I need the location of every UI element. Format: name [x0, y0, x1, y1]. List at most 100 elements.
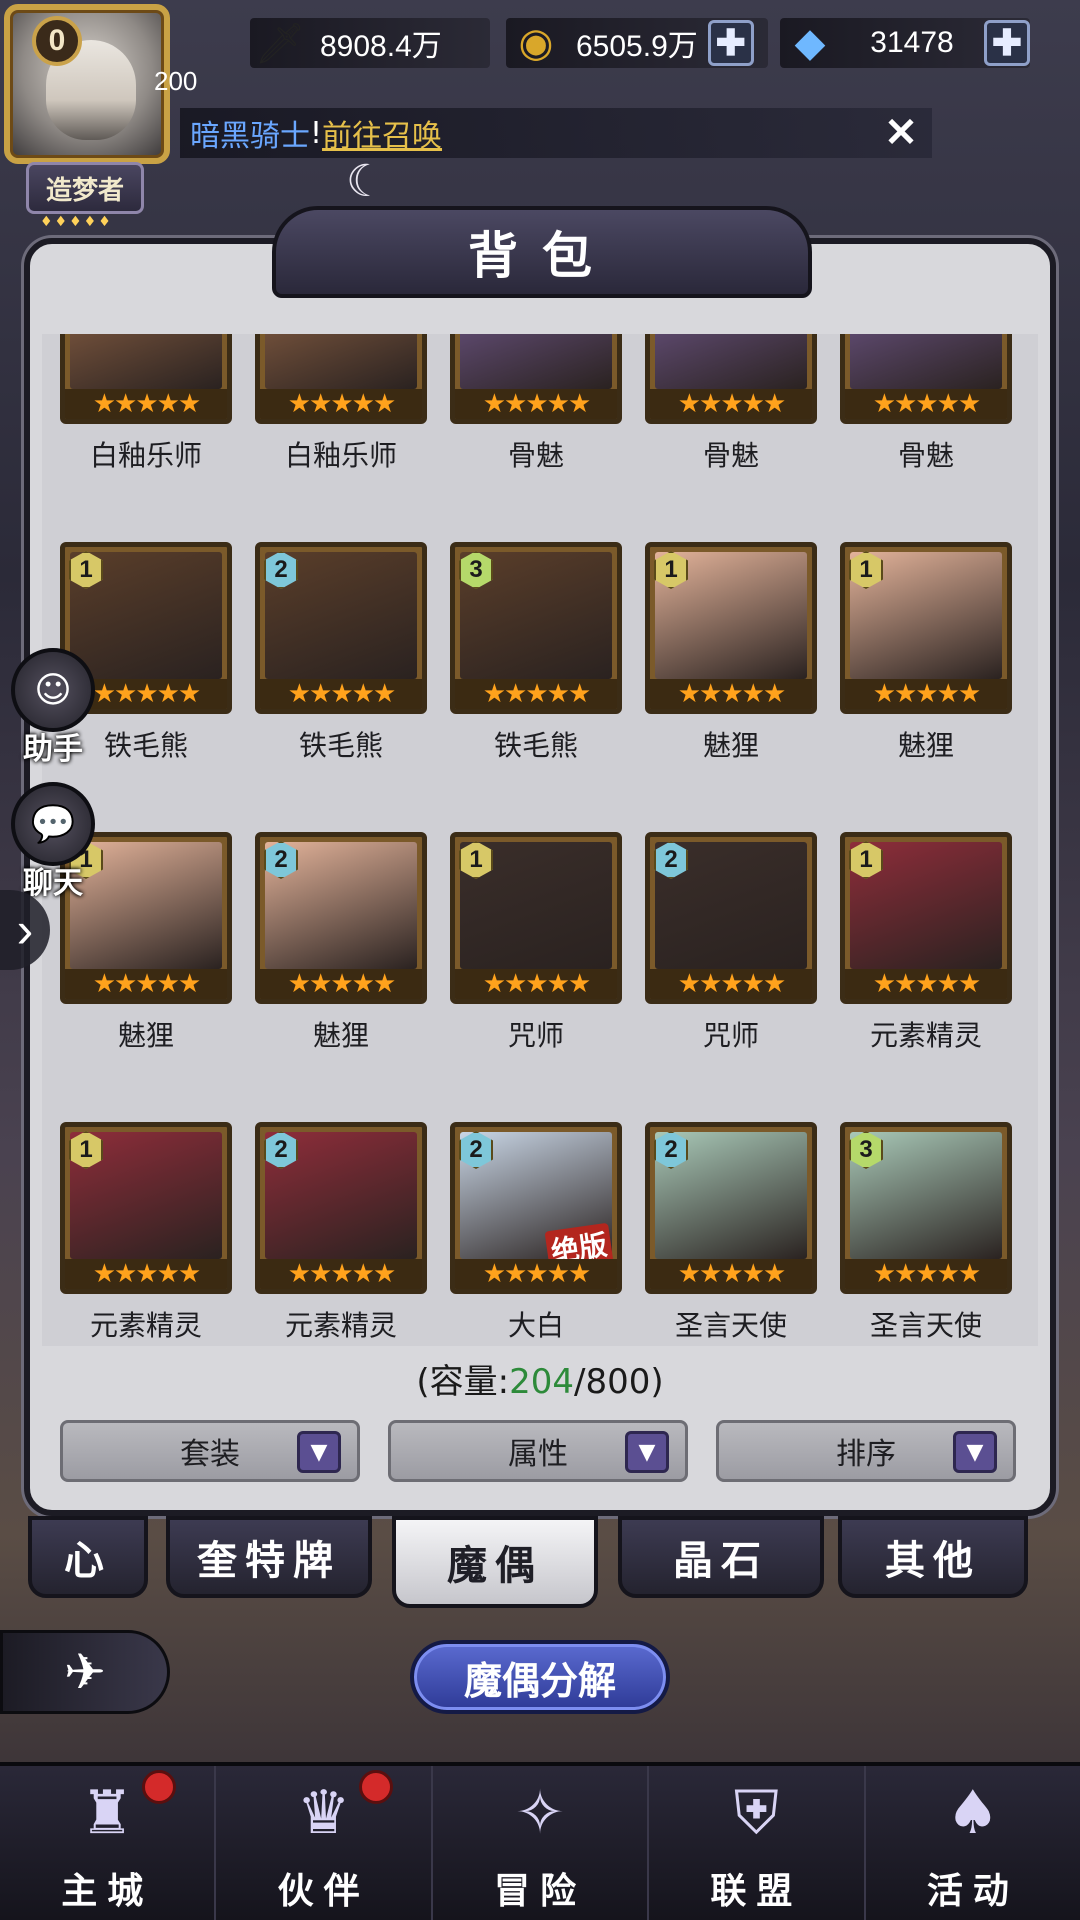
item-name: 咒师	[702, 1019, 759, 1052]
item-card[interactable]: ★★★★★ 骨魅	[645, 334, 817, 474]
item-tile[interactable]: 2 ★★★★★	[255, 1122, 427, 1294]
attribute-filter[interactable]: 属性 ▼	[388, 1420, 688, 1482]
set-filter[interactable]: 套装 ▼	[60, 1420, 360, 1482]
capacity-prefix: (容量:	[416, 1362, 510, 1402]
notification-dot	[142, 1770, 177, 1804]
item-card[interactable]: ★★★★★ 骨魅	[450, 334, 622, 474]
star-rating: ★★★★★	[65, 1259, 227, 1289]
chevron-down-icon[interactable]: ▼	[625, 1431, 669, 1473]
item-tile[interactable]: ★★★★★	[450, 334, 622, 424]
item-name: 元素精灵	[284, 1309, 397, 1342]
add-gold-button[interactable]: ✚	[707, 20, 754, 66]
decompose-puppet-button[interactable]: 魔偶分解	[410, 1640, 670, 1714]
witch-hat-icon: ♛	[296, 1778, 351, 1848]
assistant-button[interactable]: ☺ 助手	[8, 648, 98, 768]
star-rating: ★★★★★	[455, 389, 617, 419]
star-rating: ★★★★★	[65, 389, 227, 419]
item-tile[interactable]: ★★★★★	[60, 334, 232, 424]
player-title-tag[interactable]: 造梦者	[26, 162, 144, 214]
panel-title: 背包	[272, 206, 812, 298]
item-tile[interactable]: 2 ★★★★★	[645, 1122, 817, 1294]
item-card[interactable]: 2 ★★★★★ 元素精灵	[255, 1122, 427, 1344]
chevron-down-icon[interactable]: ▼	[953, 1431, 997, 1473]
item-tile[interactable]: 2 ★★★★★	[255, 832, 427, 1004]
tab-crystals[interactable]: 晶石	[618, 1516, 824, 1598]
capacity-total: /800)	[574, 1362, 664, 1402]
item-name: 铁毛熊	[493, 729, 578, 762]
item-tile[interactable]: 2 绝版 ★★★★★	[450, 1122, 622, 1294]
close-icon[interactable]: ✕	[880, 112, 922, 154]
crystal-orb-icon: ✧	[514, 1778, 566, 1848]
tab-heart[interactable]: 心	[28, 1516, 148, 1598]
item-tile[interactable]: 1 ★★★★★	[840, 542, 1012, 714]
item-card[interactable]: 1 ★★★★★ 魅狸	[645, 542, 817, 764]
nav-item-4[interactable]: ♠ 活动	[866, 1766, 1080, 1920]
player-level: 200	[154, 66, 198, 96]
announcement-hero: 暗黑骑士	[190, 119, 310, 154]
item-card[interactable]: 2 ★★★★★ 铁毛熊	[255, 542, 427, 764]
item-card[interactable]: 1 ★★★★★ 元素精灵	[840, 832, 1012, 1054]
item-card[interactable]: 2 ★★★★★ 咒师	[645, 832, 817, 1054]
item-tile[interactable]: ★★★★★	[255, 334, 427, 424]
item-portrait	[460, 334, 612, 389]
item-tile[interactable]: 1 ★★★★★	[840, 832, 1012, 1004]
chevron-down-icon[interactable]: ▼	[297, 1431, 341, 1473]
gold-resource: ◉ 6505.9万 ✚	[506, 18, 768, 68]
item-card[interactable]: 3 ★★★★★ 圣言天使	[840, 1122, 1012, 1344]
item-card[interactable]: ★★★★★ 白釉乐师	[255, 334, 427, 474]
gem-value: 31478	[870, 26, 954, 59]
item-card[interactable]: ★★★★★ 骨魅	[840, 334, 1012, 474]
item-card[interactable]: ★★★★★ 白釉乐师	[60, 334, 232, 474]
castle-icon: ♜	[80, 1778, 135, 1848]
player-avatar[interactable]: 0	[4, 4, 170, 164]
back-wing-icon: ✈	[64, 1643, 106, 1701]
tab-cards[interactable]: 奎特牌	[166, 1516, 372, 1598]
nav-label: 主城	[61, 1871, 154, 1912]
chat-bubble-icon: 💬	[11, 782, 95, 866]
item-card[interactable]: 2 绝版 ★★★★★ 大白	[450, 1122, 622, 1344]
item-tile[interactable]: 1 ★★★★★	[450, 832, 622, 1004]
item-tile[interactable]: 3 ★★★★★	[840, 1122, 1012, 1294]
item-card[interactable]: 3 ★★★★★ 铁毛熊	[450, 542, 622, 764]
item-tile[interactable]: ★★★★★	[840, 334, 1012, 424]
item-tile[interactable]: ★★★★★	[645, 334, 817, 424]
add-gems-button[interactable]: ✚	[984, 20, 1030, 66]
item-grid-viewport[interactable]: ★★★★★ 白釉乐师 ★★★★★ 白釉乐师 ★★★★★ 骨魅 ★★★★★ 骨魅	[42, 334, 1038, 1346]
star-rating: ★★★★★	[650, 679, 812, 709]
item-name: 铁毛熊	[298, 729, 383, 762]
back-button[interactable]: ✈	[0, 1630, 170, 1714]
nav-item-1[interactable]: ♛ 伙伴	[216, 1766, 433, 1920]
item-card[interactable]: 2 ★★★★★ 魅狸	[255, 832, 427, 1054]
tab-puppets[interactable]: 魔偶	[392, 1516, 598, 1608]
item-card[interactable]: 1 ★★★★★ 魅狸	[840, 542, 1012, 764]
item-card[interactable]: 1 ★★★★★ 咒师	[450, 832, 622, 1054]
nav-label: 冒险	[494, 1871, 587, 1912]
item-name: 魅狸	[312, 1019, 369, 1052]
item-tile[interactable]: 1 ★★★★★	[645, 542, 817, 714]
item-name: 白釉乐师	[89, 439, 202, 472]
item-card[interactable]: 2 ★★★★★ 圣言天使	[645, 1122, 817, 1344]
power-value: 8908.4万	[320, 30, 442, 63]
sort-filter[interactable]: 排序 ▼	[716, 1420, 1016, 1482]
item-tile[interactable]: 1 ★★★★★	[60, 1122, 232, 1294]
item-tile[interactable]: 3 ★★★★★	[450, 542, 622, 714]
item-name: 咒师	[507, 1019, 564, 1052]
moon-icon: ☾	[346, 156, 386, 207]
item-card[interactable]: 1 ★★★★★ 元素精灵	[60, 1122, 232, 1344]
power-resource: 🗡 8908.4万	[250, 18, 490, 68]
nav-item-2[interactable]: ✧ 冒险	[433, 1766, 650, 1920]
item-portrait	[850, 334, 1002, 389]
chat-button[interactable]: 💬 聊天	[8, 782, 98, 902]
nav-label: 伙伴	[277, 1871, 370, 1912]
diamond-icon: ◆	[794, 20, 826, 66]
item-name: 圣言天使	[674, 1309, 787, 1342]
star-rating: ★★★★★	[260, 389, 422, 419]
nav-item-3[interactable]: ⛨ 联盟	[649, 1766, 866, 1920]
star-rating: ★★★★★	[650, 1259, 812, 1289]
summon-link[interactable]: 前往召唤	[322, 111, 442, 155]
tab-other[interactable]: 其他	[838, 1516, 1028, 1598]
item-tile[interactable]: 2 ★★★★★	[645, 832, 817, 1004]
item-tile[interactable]: 2 ★★★★★	[255, 542, 427, 714]
nav-item-0[interactable]: ♜ 主城	[0, 1766, 217, 1920]
capacity-used: 204	[509, 1362, 574, 1402]
